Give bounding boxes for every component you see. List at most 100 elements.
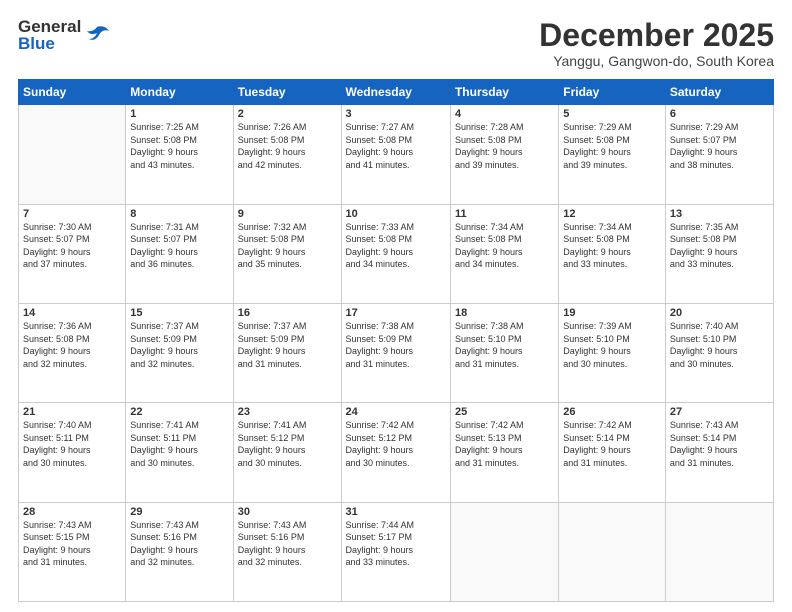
table-row	[665, 502, 773, 601]
table-row	[19, 105, 126, 204]
day-info: Sunrise: 7:41 AMSunset: 5:11 PMDaylight:…	[130, 419, 228, 469]
day-info: Sunrise: 7:40 AMSunset: 5:10 PMDaylight:…	[670, 320, 769, 370]
table-row: 20Sunrise: 7:40 AMSunset: 5:10 PMDayligh…	[665, 303, 773, 402]
day-info: Sunrise: 7:44 AMSunset: 5:17 PMDaylight:…	[346, 519, 446, 569]
day-info: Sunrise: 7:38 AMSunset: 5:09 PMDaylight:…	[346, 320, 446, 370]
day-info: Sunrise: 7:40 AMSunset: 5:11 PMDaylight:…	[23, 419, 121, 469]
table-row: 15Sunrise: 7:37 AMSunset: 5:09 PMDayligh…	[126, 303, 233, 402]
table-row: 22Sunrise: 7:41 AMSunset: 5:11 PMDayligh…	[126, 403, 233, 502]
month-title: December 2025	[539, 18, 774, 53]
table-row: 17Sunrise: 7:38 AMSunset: 5:09 PMDayligh…	[341, 303, 450, 402]
col-sunday: Sunday	[19, 80, 126, 105]
table-row: 31Sunrise: 7:44 AMSunset: 5:17 PMDayligh…	[341, 502, 450, 601]
day-info: Sunrise: 7:35 AMSunset: 5:08 PMDaylight:…	[670, 221, 769, 271]
day-number: 8	[130, 208, 228, 220]
col-tuesday: Tuesday	[233, 80, 341, 105]
table-row: 7Sunrise: 7:30 AMSunset: 5:07 PMDaylight…	[19, 204, 126, 303]
day-number: 2	[238, 108, 337, 120]
table-row: 9Sunrise: 7:32 AMSunset: 5:08 PMDaylight…	[233, 204, 341, 303]
bird-icon	[83, 21, 111, 49]
table-row: 8Sunrise: 7:31 AMSunset: 5:07 PMDaylight…	[126, 204, 233, 303]
day-info: Sunrise: 7:37 AMSunset: 5:09 PMDaylight:…	[238, 320, 337, 370]
day-number: 11	[455, 208, 554, 220]
table-row: 24Sunrise: 7:42 AMSunset: 5:12 PMDayligh…	[341, 403, 450, 502]
day-info: Sunrise: 7:42 AMSunset: 5:14 PMDaylight:…	[563, 419, 661, 469]
day-info: Sunrise: 7:29 AMSunset: 5:07 PMDaylight:…	[670, 121, 769, 171]
day-number: 25	[455, 406, 554, 418]
table-row: 13Sunrise: 7:35 AMSunset: 5:08 PMDayligh…	[665, 204, 773, 303]
day-number: 23	[238, 406, 337, 418]
day-info: Sunrise: 7:28 AMSunset: 5:08 PMDaylight:…	[455, 121, 554, 171]
table-row: 6Sunrise: 7:29 AMSunset: 5:07 PMDaylight…	[665, 105, 773, 204]
day-number: 21	[23, 406, 121, 418]
table-row: 2Sunrise: 7:26 AMSunset: 5:08 PMDaylight…	[233, 105, 341, 204]
day-info: Sunrise: 7:30 AMSunset: 5:07 PMDaylight:…	[23, 221, 121, 271]
table-row: 11Sunrise: 7:34 AMSunset: 5:08 PMDayligh…	[450, 204, 558, 303]
day-number: 14	[23, 307, 121, 319]
day-number: 30	[238, 506, 337, 518]
day-info: Sunrise: 7:39 AMSunset: 5:10 PMDaylight:…	[563, 320, 661, 370]
day-info: Sunrise: 7:41 AMSunset: 5:12 PMDaylight:…	[238, 419, 337, 469]
title-block: December 2025 Yanggu, Gangwon-do, South …	[539, 18, 774, 69]
col-wednesday: Wednesday	[341, 80, 450, 105]
day-info: Sunrise: 7:25 AMSunset: 5:08 PMDaylight:…	[130, 121, 228, 171]
table-row: 4Sunrise: 7:28 AMSunset: 5:08 PMDaylight…	[450, 105, 558, 204]
col-thursday: Thursday	[450, 80, 558, 105]
day-number: 17	[346, 307, 446, 319]
day-info: Sunrise: 7:42 AMSunset: 5:13 PMDaylight:…	[455, 419, 554, 469]
day-number: 22	[130, 406, 228, 418]
day-number: 9	[238, 208, 337, 220]
table-row: 1Sunrise: 7:25 AMSunset: 5:08 PMDaylight…	[126, 105, 233, 204]
table-row: 19Sunrise: 7:39 AMSunset: 5:10 PMDayligh…	[559, 303, 666, 402]
logo: General Blue	[18, 18, 111, 52]
table-row: 29Sunrise: 7:43 AMSunset: 5:16 PMDayligh…	[126, 502, 233, 601]
day-info: Sunrise: 7:43 AMSunset: 5:15 PMDaylight:…	[23, 519, 121, 569]
day-number: 20	[670, 307, 769, 319]
table-row: 25Sunrise: 7:42 AMSunset: 5:13 PMDayligh…	[450, 403, 558, 502]
day-number: 10	[346, 208, 446, 220]
table-row: 5Sunrise: 7:29 AMSunset: 5:08 PMDaylight…	[559, 105, 666, 204]
table-row: 26Sunrise: 7:42 AMSunset: 5:14 PMDayligh…	[559, 403, 666, 502]
day-number: 28	[23, 506, 121, 518]
table-row: 3Sunrise: 7:27 AMSunset: 5:08 PMDaylight…	[341, 105, 450, 204]
calendar-header-row: Sunday Monday Tuesday Wednesday Thursday…	[19, 80, 774, 105]
table-row	[450, 502, 558, 601]
day-info: Sunrise: 7:29 AMSunset: 5:08 PMDaylight:…	[563, 121, 661, 171]
calendar-table: Sunday Monday Tuesday Wednesday Thursday…	[18, 79, 774, 602]
table-row: 14Sunrise: 7:36 AMSunset: 5:08 PMDayligh…	[19, 303, 126, 402]
day-number: 24	[346, 406, 446, 418]
day-number: 19	[563, 307, 661, 319]
page: General Blue December 2025 Yanggu, Gangw…	[0, 0, 792, 612]
day-number: 13	[670, 208, 769, 220]
day-number: 18	[455, 307, 554, 319]
day-number: 3	[346, 108, 446, 120]
day-number: 31	[346, 506, 446, 518]
day-info: Sunrise: 7:32 AMSunset: 5:08 PMDaylight:…	[238, 221, 337, 271]
table-row: 10Sunrise: 7:33 AMSunset: 5:08 PMDayligh…	[341, 204, 450, 303]
day-number: 7	[23, 208, 121, 220]
day-info: Sunrise: 7:43 AMSunset: 5:16 PMDaylight:…	[238, 519, 337, 569]
location: Yanggu, Gangwon-do, South Korea	[539, 53, 774, 69]
col-saturday: Saturday	[665, 80, 773, 105]
day-info: Sunrise: 7:37 AMSunset: 5:09 PMDaylight:…	[130, 320, 228, 370]
day-number: 27	[670, 406, 769, 418]
table-row: 16Sunrise: 7:37 AMSunset: 5:09 PMDayligh…	[233, 303, 341, 402]
col-friday: Friday	[559, 80, 666, 105]
table-row: 27Sunrise: 7:43 AMSunset: 5:14 PMDayligh…	[665, 403, 773, 502]
day-info: Sunrise: 7:38 AMSunset: 5:10 PMDaylight:…	[455, 320, 554, 370]
table-row	[559, 502, 666, 601]
table-row: 18Sunrise: 7:38 AMSunset: 5:10 PMDayligh…	[450, 303, 558, 402]
table-row: 30Sunrise: 7:43 AMSunset: 5:16 PMDayligh…	[233, 502, 341, 601]
day-info: Sunrise: 7:34 AMSunset: 5:08 PMDaylight:…	[563, 221, 661, 271]
table-row: 21Sunrise: 7:40 AMSunset: 5:11 PMDayligh…	[19, 403, 126, 502]
day-number: 4	[455, 108, 554, 120]
day-number: 15	[130, 307, 228, 319]
day-info: Sunrise: 7:33 AMSunset: 5:08 PMDaylight:…	[346, 221, 446, 271]
logo-blue: Blue	[18, 35, 81, 52]
table-row: 23Sunrise: 7:41 AMSunset: 5:12 PMDayligh…	[233, 403, 341, 502]
day-number: 6	[670, 108, 769, 120]
day-number: 5	[563, 108, 661, 120]
day-number: 26	[563, 406, 661, 418]
table-row: 28Sunrise: 7:43 AMSunset: 5:15 PMDayligh…	[19, 502, 126, 601]
day-info: Sunrise: 7:43 AMSunset: 5:16 PMDaylight:…	[130, 519, 228, 569]
